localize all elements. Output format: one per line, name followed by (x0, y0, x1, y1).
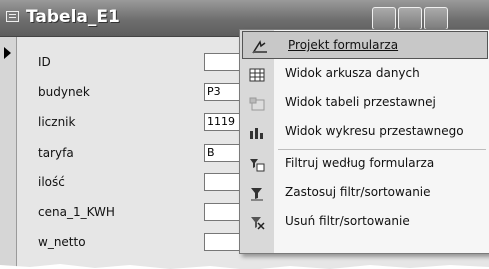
menu-item-label: Usuń filtr/sortowanie (285, 214, 410, 228)
field-label-taryfa: taryfa (38, 146, 74, 160)
current-record-arrow-icon (4, 47, 11, 59)
field-label-cena: cena_1_KWH (38, 205, 115, 219)
menu-item-label: Filtruj według formularza (285, 156, 435, 170)
menu-item-apply-filter[interactable]: Zastosuj filtr/sortowanie (240, 179, 489, 207)
field-label-id: ID (38, 55, 51, 69)
menu-item-label: Widok tabeli przestawnej (285, 95, 436, 109)
pivot-table-icon (249, 96, 265, 111)
maximize-button[interactable] (398, 7, 422, 30)
menu-item-pivot-table[interactable]: Widok tabeli przestawnej (240, 89, 489, 117)
field-label-licznik: licznik (38, 115, 76, 129)
menu-item-label: Widok wykresu przestawnego (285, 124, 464, 138)
menu-item-pivot-chart[interactable]: Widok wykresu przestawnego (240, 118, 489, 146)
context-menu: Projekt formularza Widok arkusza danych … (239, 29, 489, 254)
design-view-icon (252, 39, 268, 54)
menu-item-remove-filter[interactable]: Usuń filtr/sortowanie (240, 208, 489, 236)
menu-item-label: Zastosuj filtr/sortowanie (285, 185, 431, 199)
form-window: Tabela_E1 ID budynek P3 licznik 1119 tar… (0, 0, 489, 269)
field-label-ilosc: ilość (38, 175, 65, 189)
torn-edge (0, 264, 489, 269)
apply-filter-icon (249, 186, 265, 201)
field-label-budynek: budynek (38, 85, 90, 99)
field-label-w-netto: w_netto (38, 235, 86, 249)
menu-item-label: Projekt formularza (288, 38, 399, 52)
pivot-chart-icon (249, 125, 265, 139)
window-title: Tabela_E1 (26, 7, 120, 27)
filter-by-form-icon (249, 157, 265, 172)
menu-item-datasheet-view[interactable]: Widok arkusza danych (240, 60, 489, 88)
menu-item-design-view[interactable]: Projekt formularza (242, 31, 488, 59)
form-window-icon[interactable] (6, 11, 19, 22)
minimize-button[interactable] (372, 7, 396, 30)
menu-item-label: Widok arkusza danych (285, 66, 420, 80)
close-button[interactable] (424, 7, 448, 30)
remove-filter-icon (249, 215, 265, 230)
datasheet-view-icon (249, 67, 265, 82)
record-selector[interactable] (0, 37, 17, 269)
menu-item-filter-by-form[interactable]: Filtruj według formularza (240, 150, 489, 178)
